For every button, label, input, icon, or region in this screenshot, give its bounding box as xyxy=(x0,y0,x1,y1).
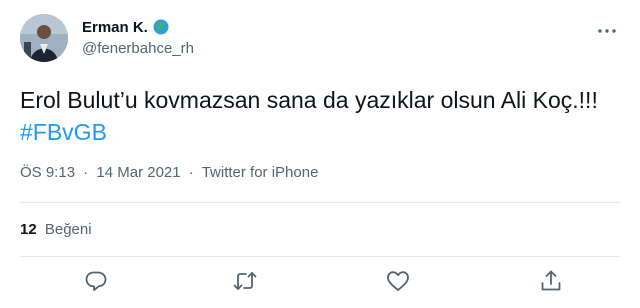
like-label: Beğeni xyxy=(44,221,92,238)
divider xyxy=(20,202,620,203)
tweet-time[interactable]: ÖS 9:13 xyxy=(20,164,75,181)
tweet-date[interactable]: 14 Mar 2021 xyxy=(96,164,180,181)
reply-icon[interactable] xyxy=(83,268,109,294)
heart-icon[interactable] xyxy=(385,268,411,294)
tweet-source[interactable]: Twitter for iPhone xyxy=(202,164,319,181)
user-handle[interactable]: @fenerbahce_rh xyxy=(82,40,194,57)
tweet-body: Erol Bulut’u kovmazsan sana da yazıklar … xyxy=(20,87,598,113)
avatar[interactable] xyxy=(20,14,68,62)
hashtag-link[interactable]: #FBvGB xyxy=(20,116,620,148)
tweet-meta: ÖS 9:13 · 14 Mar 2021 · Twitter for iPho… xyxy=(20,164,318,181)
share-icon[interactable] xyxy=(538,268,564,294)
globe-icon xyxy=(153,19,169,35)
divider xyxy=(20,256,620,257)
tweet-card: Erman K. @fenerbahce_rh Erol Bulut’u kov… xyxy=(0,0,640,308)
action-bar xyxy=(0,268,640,294)
more-icon[interactable] xyxy=(596,20,618,42)
meta-separator: · xyxy=(188,164,194,181)
likes-stat[interactable]: 12 Beğeni xyxy=(20,221,92,238)
meta-separator: · xyxy=(83,164,89,181)
retweet-icon[interactable] xyxy=(232,268,258,294)
tweet-text: Erol Bulut’u kovmazsan sana da yazıklar … xyxy=(20,84,620,148)
name-row: Erman K. xyxy=(82,17,169,37)
like-count: 12 xyxy=(20,221,37,238)
display-name[interactable]: Erman K. xyxy=(82,19,148,36)
